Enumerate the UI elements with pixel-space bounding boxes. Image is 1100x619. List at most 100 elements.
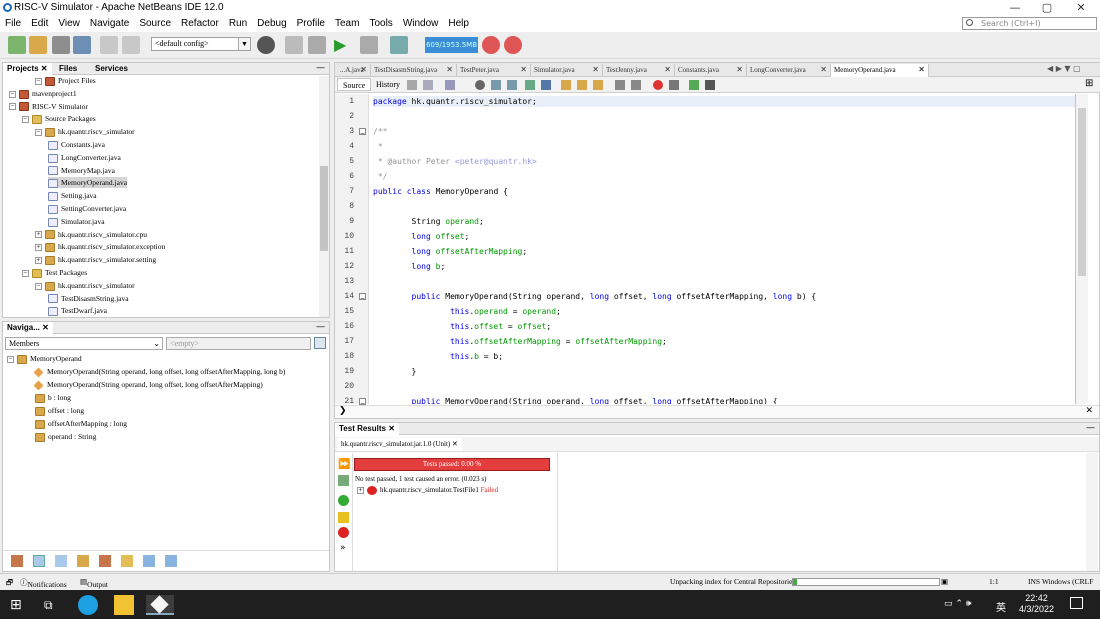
forward-icon[interactable] [445, 80, 455, 90]
tree-item[interactable]: Setting.java [48, 190, 97, 201]
code-line[interactable]: * @author Peter <peter@quantr.hk> [373, 156, 537, 167]
stop-macro-icon[interactable] [669, 80, 679, 90]
code-line[interactable]: */ [373, 171, 388, 182]
show-passed-icon[interactable] [338, 495, 349, 506]
sort-source-icon[interactable] [165, 555, 177, 567]
menu-debug[interactable]: Debug [252, 16, 291, 32]
editor-tab[interactable]: TestDisasmString.java ✕ [371, 64, 457, 77]
new-file-icon[interactable] [8, 36, 26, 54]
hammer-icon[interactable] [285, 36, 303, 54]
tree-item[interactable]: MemoryMap.java [48, 165, 115, 176]
more-icon[interactable]: » [340, 543, 346, 553]
editor-tab[interactable]: MemoryOperand.java ✕ [831, 64, 929, 77]
tree-item[interactable]: + hk.quantr.riscv_simulator.setting [35, 254, 156, 265]
editor-tab[interactable]: LongConverter.java ✕ [747, 64, 831, 77]
expand-toggle-icon[interactable]: − [22, 116, 29, 124]
close-tab-icon[interactable]: ✕ [520, 64, 527, 76]
tree-item[interactable]: SettingConverter.java [48, 203, 126, 214]
start-icon[interactable]: ⊞ [10, 595, 30, 615]
tab-services[interactable]: Services [91, 63, 132, 75]
navigator-member[interactable]: b : long [35, 392, 71, 403]
minimize-panel-icon[interactable]: — [1086, 423, 1095, 433]
expand-toggle-icon[interactable]: + [35, 244, 42, 252]
expand-toggle-icon[interactable]: − [9, 103, 16, 111]
tree-item[interactable]: Simulator.java [48, 216, 105, 227]
split-editor-icon[interactable]: ⊞ [1085, 78, 1093, 89]
menu-file[interactable]: File [0, 16, 26, 32]
config-select[interactable]: <default config> ▼ [151, 37, 251, 51]
navigator-member[interactable]: offsetAfterMapping : long [35, 418, 127, 429]
scrollbar-thumb[interactable] [320, 166, 328, 251]
code-line[interactable]: long b; [373, 261, 446, 272]
minimize-panel-icon[interactable]: — [316, 63, 325, 73]
tab-source[interactable]: Source [337, 78, 372, 91]
expand-icon[interactable]: ❯ [339, 406, 347, 416]
toggle-highlight-icon[interactable] [525, 80, 535, 90]
menu-team[interactable]: Team [330, 16, 364, 32]
editor-tab[interactable]: TestPeter.java ✕ [457, 64, 531, 77]
context-select[interactable]: <empty> [166, 337, 311, 350]
toggle-rect-icon[interactable] [541, 80, 551, 90]
close-tab-icon[interactable]: ✕ [736, 64, 743, 76]
code-line[interactable]: * [373, 141, 383, 152]
tree-item[interactable]: − Test Packages [22, 267, 87, 278]
expand-toggle-icon[interactable]: + [35, 231, 42, 239]
expand-toggle-icon[interactable]: − [9, 90, 16, 98]
show-errors-icon[interactable] [338, 527, 349, 538]
editor-tab[interactable]: Constants.java ✕ [675, 64, 747, 77]
tab-navigator[interactable]: Naviga... ✕ [3, 322, 53, 334]
editor-tab[interactable]: Simulator.java ✕ [531, 64, 603, 77]
next-bookmark-icon[interactable] [577, 80, 587, 90]
test-item[interactable]: + hk.quantr.riscv_simulator.TestFile1 Fai… [357, 486, 498, 495]
expand-toggle-icon[interactable]: + [35, 256, 42, 264]
tree-item[interactable]: LongConverter.java [48, 152, 121, 163]
menu-edit[interactable]: Edit [26, 16, 53, 32]
debug-icon[interactable] [360, 36, 378, 54]
menu-profile[interactable]: Profile [292, 16, 330, 32]
back-icon[interactable] [423, 80, 433, 90]
scrollbar-thumb[interactable] [1078, 108, 1086, 276]
gc-icon[interactable] [482, 36, 500, 54]
open-project-icon[interactable] [52, 36, 70, 54]
code-line[interactable]: long offset; [373, 231, 470, 242]
clean-build-icon[interactable] [308, 36, 326, 54]
close-tab-icon[interactable]: ✕ [360, 64, 367, 76]
gc-snapshot-icon[interactable] [504, 36, 522, 54]
close-tab-icon[interactable]: ✕ [664, 64, 671, 76]
code-line[interactable]: public class MemoryOperand { [373, 186, 508, 197]
globe-icon[interactable] [257, 36, 275, 54]
menu-tools[interactable]: Tools [364, 16, 397, 32]
tree-item[interactable]: + hk.quantr.riscv_simulator.cpu [35, 229, 147, 240]
memory-usage-graph[interactable]: 609/1953.5MB [425, 37, 478, 53]
navigator-member[interactable]: offset : long [35, 405, 84, 416]
tree-item[interactable]: TestDisasmString.java [48, 293, 129, 304]
fold-toggle-icon[interactable]: − [359, 398, 366, 409]
code-line[interactable]: long offsetAfterMapping; [373, 246, 528, 257]
notifications-button[interactable]: ⓘ Notifications [20, 577, 67, 589]
filter-static-icon[interactable] [55, 555, 67, 567]
find-next-icon[interactable] [507, 80, 517, 90]
menu-view[interactable]: View [53, 16, 85, 32]
tab-test-results[interactable]: Test Results ✕ [335, 423, 399, 435]
output-scrollbar[interactable] [1086, 453, 1098, 571]
code-line[interactable]: this.b = b; [373, 351, 503, 362]
code-line[interactable]: package hk.quantr.riscv_simulator; [373, 96, 1077, 107]
code-area[interactable]: package hk.quantr.riscv_simulator; /** * … [371, 94, 1081, 404]
splitter[interactable] [557, 453, 558, 571]
shift-right-icon[interactable] [631, 80, 641, 90]
uncomment-icon[interactable] [705, 80, 715, 90]
tab-history[interactable]: History [371, 78, 405, 91]
expand-toggle-icon[interactable]: − [35, 282, 42, 290]
toggle-bookmark-icon[interactable] [593, 80, 603, 90]
find-prev-icon[interactable] [491, 80, 501, 90]
notification-center-icon[interactable] [1070, 597, 1083, 609]
run-icon[interactable]: ▶ [334, 36, 352, 54]
cancel-task-icon[interactable]: ▣ [941, 577, 948, 586]
tree-item[interactable]: − hk.quantr.riscv_simulator [35, 126, 135, 137]
code-line[interactable]: this.offsetAfterMapping = offsetAfterMap… [373, 336, 667, 347]
menu-window[interactable]: Window [398, 16, 444, 32]
filter-nonpublic-icon[interactable] [77, 555, 89, 567]
menu-source[interactable]: Source [134, 16, 176, 32]
profile-icon[interactable] [390, 36, 408, 54]
menu-run[interactable]: Run [224, 16, 252, 32]
